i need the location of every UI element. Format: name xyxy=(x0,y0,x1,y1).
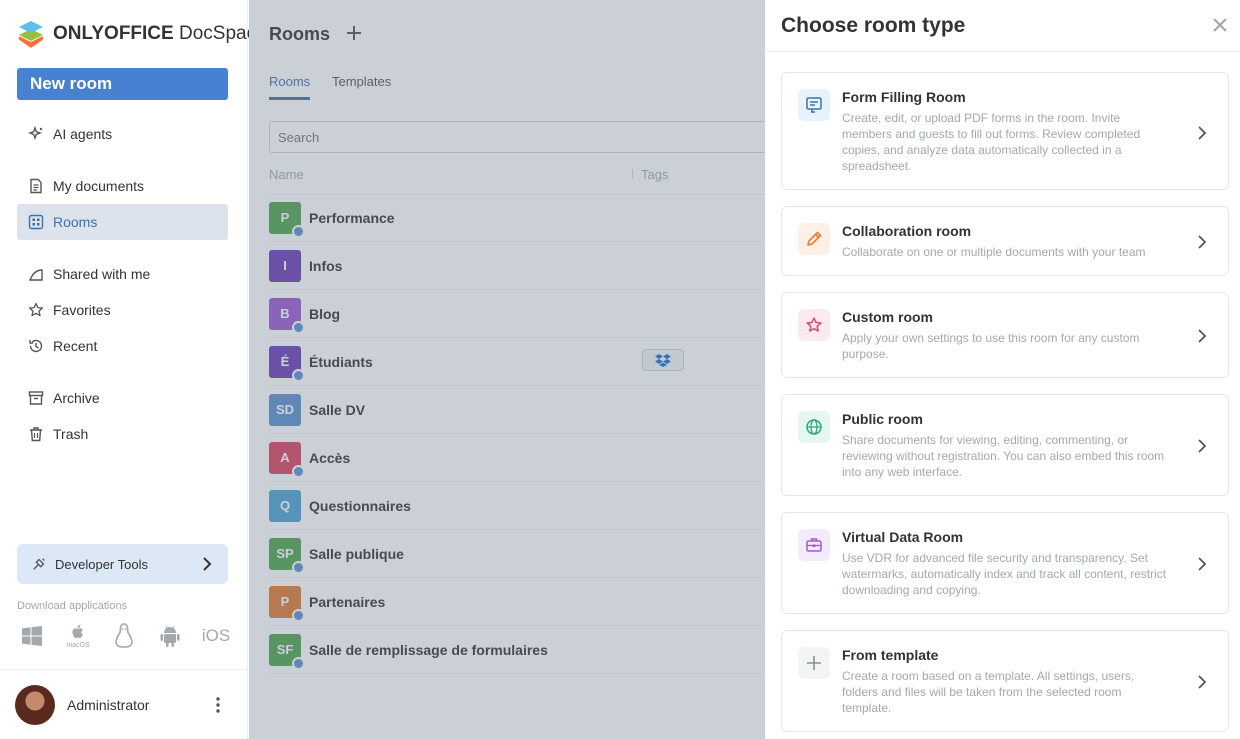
star-icon xyxy=(28,302,44,318)
ios-icon[interactable]: iOS xyxy=(202,622,230,650)
room-type-from-template[interactable]: From template Create a room based on a t… xyxy=(781,630,1229,732)
form-filling-icon xyxy=(798,89,830,121)
linux-icon[interactable] xyxy=(112,622,136,650)
room-type-title: Collaboration room xyxy=(842,223,972,239)
choose-room-type-panel: Choose room type Form Filling Room Creat… xyxy=(765,0,1240,739)
onlyoffice-logo-icon xyxy=(17,20,45,48)
shared-icon xyxy=(28,266,44,282)
room-type-description: Share documents for viewing, editing, co… xyxy=(842,433,1165,479)
sidebar-item-favorites[interactable]: Favorites xyxy=(17,292,228,328)
more-vertical-icon[interactable] xyxy=(216,697,220,718)
room-type-custom[interactable]: Custom room Apply your own settings to u… xyxy=(781,292,1229,378)
sidebar: ONLYOFFICE DocSpace New room AI agents M… xyxy=(0,0,267,739)
download-apps-row: macOS iOS xyxy=(20,622,230,650)
ai-agents-icon xyxy=(28,126,44,142)
chevron-right-icon xyxy=(1196,674,1208,689)
sidebar-item-label: Archive xyxy=(53,390,100,406)
macos-label: macOS xyxy=(66,642,90,649)
globe-icon xyxy=(798,411,830,443)
sidebar-item-label: Trash xyxy=(53,426,89,442)
room-type-title: Form Filling Room xyxy=(842,89,966,105)
sidebar-item-label: Rooms xyxy=(53,214,98,230)
macos-icon[interactable]: macOS xyxy=(66,622,90,650)
rooms-icon xyxy=(28,214,44,230)
windows-icon[interactable] xyxy=(20,622,44,650)
sidebar-item-label: Recent xyxy=(53,338,98,354)
new-room-button[interactable]: New room xyxy=(17,68,228,100)
sidebar-item-label: Shared with me xyxy=(53,266,151,282)
chevron-right-icon xyxy=(1196,438,1208,453)
user-profile[interactable]: Administrator xyxy=(0,669,248,739)
sidebar-item-rooms[interactable]: Rooms xyxy=(17,204,228,240)
developer-tools-button[interactable]: Developer Tools xyxy=(17,544,228,584)
close-icon[interactable] xyxy=(1210,15,1230,35)
download-applications-label: Download applications xyxy=(17,600,128,612)
room-type-description: Create, edit, or upload PDF forms in the… xyxy=(842,111,1141,173)
star-outline-icon xyxy=(798,309,830,341)
chevron-right-icon xyxy=(1196,556,1208,571)
room-type-collaboration[interactable]: Collaboration room Collaborate on one or… xyxy=(781,206,1229,276)
developer-tools-label: Developer Tools xyxy=(55,556,148,572)
panel-title: Choose room type xyxy=(781,14,966,37)
avatar[interactable] xyxy=(15,684,55,725)
briefcase-icon xyxy=(798,529,830,561)
android-icon[interactable] xyxy=(158,622,182,650)
trash-icon xyxy=(28,426,44,442)
sidebar-item-label: Favorites xyxy=(53,302,111,318)
room-type-public[interactable]: Public room Share documents for viewing,… xyxy=(781,394,1229,496)
panel-header: Choose room type xyxy=(765,0,1240,52)
sidebar-item-archive[interactable]: Archive xyxy=(17,380,228,416)
sidebar-item-label: AI agents xyxy=(53,126,113,142)
developer-tools-icon xyxy=(31,556,47,572)
app-logo[interactable]: ONLYOFFICE DocSpace xyxy=(17,20,267,48)
user-name: Administrator xyxy=(67,696,150,713)
room-type-form-filling[interactable]: Form Filling Room Create, edit, or uploa… xyxy=(781,72,1229,190)
chevron-right-icon xyxy=(1196,125,1208,140)
chevron-right-icon xyxy=(200,555,214,576)
room-type-description: Collaborate on one or multiple documents… xyxy=(842,245,1146,259)
history-icon xyxy=(28,338,44,354)
plus-icon xyxy=(798,647,830,679)
sidebar-item-ai-agents[interactable]: AI agents xyxy=(17,116,228,152)
room-type-description: Create a room based on a template. All s… xyxy=(842,669,1135,715)
sidebar-item-label: My documents xyxy=(53,178,145,194)
pencil-icon xyxy=(798,223,830,255)
sidebar-item-trash[interactable]: Trash xyxy=(17,416,228,452)
chevron-right-icon xyxy=(1196,328,1208,343)
document-icon xyxy=(28,178,44,194)
sidebar-item-shared-with-me[interactable]: Shared with me xyxy=(17,256,228,292)
room-type-description: Use VDR for advanced file security and t… xyxy=(842,551,1167,597)
archive-icon xyxy=(28,390,44,406)
sidebar-item-my-documents[interactable]: My documents xyxy=(17,168,228,204)
room-type-title: From template xyxy=(842,647,939,663)
app-logo-text: ONLYOFFICE DocSpace xyxy=(53,23,267,44)
room-type-title: Public room xyxy=(842,411,923,427)
room-type-description: Apply your own settings to use this room… xyxy=(842,331,1140,361)
chevron-right-icon xyxy=(1196,234,1208,249)
room-type-title: Virtual Data Room xyxy=(842,529,964,545)
room-type-title: Custom room xyxy=(842,309,933,325)
sidebar-item-recent[interactable]: Recent xyxy=(17,328,228,364)
room-type-virtual-data[interactable]: Virtual Data Room Use VDR for advanced f… xyxy=(781,512,1229,614)
